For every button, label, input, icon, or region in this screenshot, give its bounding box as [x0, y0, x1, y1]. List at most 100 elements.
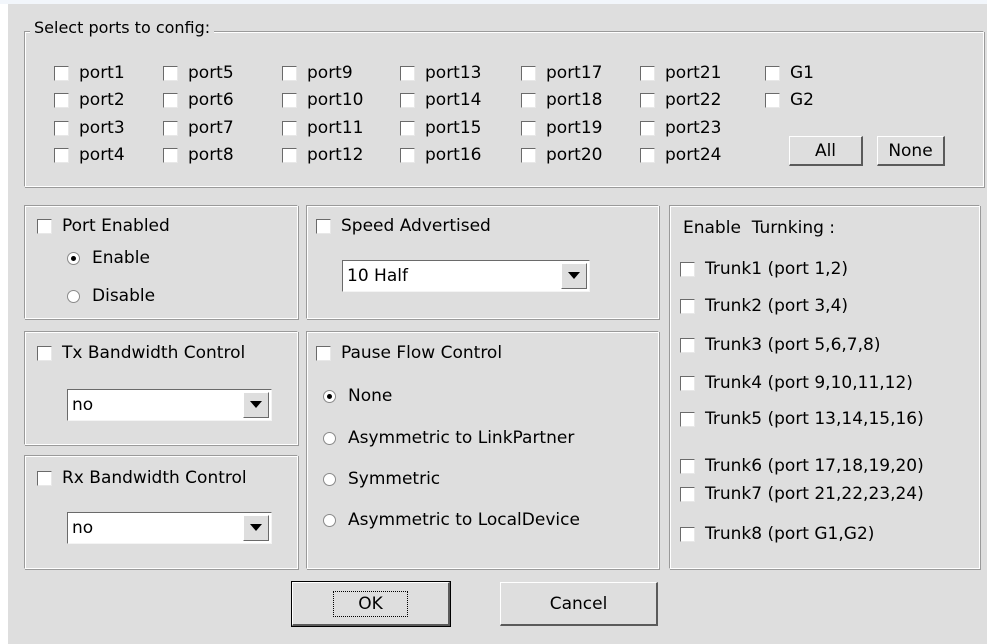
port-checkbox-port16[interactable]: port16 [400, 145, 481, 165]
port-checkbox-port21[interactable]: port21 [640, 63, 721, 83]
checkbox-box[interactable] [680, 298, 695, 314]
radio-button-selected[interactable] [67, 251, 80, 265]
port-checkbox-port2[interactable]: port2 [54, 90, 125, 110]
checkbox-box[interactable] [640, 92, 655, 108]
checkbox-box[interactable] [37, 470, 52, 486]
port-checkbox-port24[interactable]: port24 [640, 145, 721, 165]
trunk-checkbox-8[interactable]: Trunk8 (port G1,G2) [680, 524, 874, 544]
radio-pause-none[interactable]: None [323, 386, 392, 406]
port-checkbox-port22[interactable]: port22 [640, 90, 721, 110]
radio-disable[interactable]: Disable [67, 286, 155, 306]
checkbox-box[interactable] [521, 92, 536, 108]
trunk-checkbox-1[interactable]: Trunk1 (port 1,2) [680, 259, 848, 279]
port-enabled-checkbox[interactable]: Port Enabled [37, 216, 170, 236]
checkbox-box[interactable] [54, 65, 69, 81]
checkbox-box[interactable] [680, 261, 695, 277]
port-checkbox-port19[interactable]: port19 [521, 118, 602, 138]
port-checkbox-port17[interactable]: port17 [521, 63, 602, 83]
checkbox-box[interactable] [521, 65, 536, 81]
chevron-down-icon[interactable] [561, 263, 587, 289]
checkbox-box[interactable] [37, 345, 52, 361]
port-checkbox-port15[interactable]: port15 [400, 118, 481, 138]
checkbox-box[interactable] [316, 218, 331, 234]
checkbox-box[interactable] [680, 486, 695, 502]
checkbox-box[interactable] [680, 411, 695, 427]
rx-bandwidth-select[interactable]: no [67, 512, 272, 544]
checkbox-box[interactable] [521, 120, 536, 136]
port-checkbox-port20[interactable]: port20 [521, 145, 602, 165]
radio-button[interactable] [323, 431, 336, 445]
port-checkbox-G2[interactable]: G2 [765, 90, 814, 110]
checkbox-box[interactable] [680, 337, 695, 353]
speed-advertised-checkbox[interactable]: Speed Advertised [316, 216, 491, 236]
chevron-down-icon[interactable] [243, 515, 269, 541]
checkbox-box[interactable] [680, 458, 695, 474]
port-checkbox-G1[interactable]: G1 [765, 63, 814, 83]
port-checkbox-port13[interactable]: port13 [400, 63, 481, 83]
ok-button[interactable]: OK [291, 581, 451, 627]
checkbox-box[interactable] [400, 92, 415, 108]
checkbox-box[interactable] [282, 65, 297, 81]
port-checkbox-port11[interactable]: port11 [282, 118, 363, 138]
chevron-down-icon[interactable] [243, 392, 269, 418]
port-checkbox-port8[interactable]: port8 [163, 145, 234, 165]
trunk-checkbox-3[interactable]: Trunk3 (port 5,6,7,8) [680, 335, 880, 355]
port-checkbox-port6[interactable]: port6 [163, 90, 234, 110]
radio-asym-linkpartner[interactable]: Asymmetric to LinkPartner [323, 428, 574, 448]
radio-button-selected[interactable] [323, 389, 336, 403]
port-checkbox-port12[interactable]: port12 [282, 145, 363, 165]
trunk-checkbox-7[interactable]: Trunk7 (port 21,22,23,24) [680, 484, 924, 504]
checkbox-box[interactable] [163, 92, 178, 108]
radio-enable[interactable]: Enable [67, 248, 150, 268]
pause-flow-checkbox[interactable]: Pause Flow Control [316, 343, 502, 363]
port-checkbox-port4[interactable]: port4 [54, 145, 125, 165]
cancel-button[interactable]: Cancel [500, 582, 658, 626]
radio-button[interactable] [323, 513, 336, 527]
checkbox-box[interactable] [400, 120, 415, 136]
checkbox-box[interactable] [521, 147, 536, 163]
checkbox-box[interactable] [680, 526, 695, 542]
select-all-button[interactable]: All [789, 136, 863, 166]
radio-button[interactable] [323, 472, 336, 486]
port-checkbox-port23[interactable]: port23 [640, 118, 721, 138]
speed-select[interactable]: 10 Half [342, 260, 590, 292]
checkbox-box[interactable] [282, 120, 297, 136]
checkbox-box[interactable] [400, 65, 415, 81]
trunk-checkbox-5[interactable]: Trunk5 (port 13,14,15,16) [680, 409, 924, 429]
select-none-button[interactable]: None [877, 136, 945, 166]
tx-bandwidth-select[interactable]: no [67, 389, 272, 421]
checkbox-box[interactable] [640, 120, 655, 136]
port-checkbox-port1[interactable]: port1 [54, 63, 125, 83]
checkbox-box[interactable] [316, 345, 331, 361]
port-checkbox-port5[interactable]: port5 [163, 63, 234, 83]
checkbox-box[interactable] [37, 218, 52, 234]
trunk-checkbox-2[interactable]: Trunk2 (port 3,4) [680, 296, 848, 316]
tx-bandwidth-checkbox[interactable]: Tx Bandwidth Control [37, 343, 245, 363]
port-checkbox-port14[interactable]: port14 [400, 90, 481, 110]
port-checkbox-port7[interactable]: port7 [163, 118, 234, 138]
checkbox-box[interactable] [163, 147, 178, 163]
checkbox-box[interactable] [282, 147, 297, 163]
port-checkbox-port10[interactable]: port10 [282, 90, 363, 110]
trunk-checkbox-4[interactable]: Trunk4 (port 9,10,11,12) [680, 373, 913, 393]
checkbox-box[interactable] [282, 92, 297, 108]
checkbox-box[interactable] [400, 147, 415, 163]
checkbox-box[interactable] [680, 375, 695, 391]
checkbox-box[interactable] [163, 65, 178, 81]
checkbox-box[interactable] [54, 120, 69, 136]
rx-bandwidth-checkbox[interactable]: Rx Bandwidth Control [37, 468, 247, 488]
checkbox-box[interactable] [163, 120, 178, 136]
checkbox-box[interactable] [765, 92, 780, 108]
checkbox-box[interactable] [765, 65, 780, 81]
port-checkbox-port9[interactable]: port9 [282, 63, 353, 83]
radio-button[interactable] [67, 289, 80, 303]
checkbox-box[interactable] [54, 92, 69, 108]
trunk-checkbox-6[interactable]: Trunk6 (port 17,18,19,20) [680, 456, 924, 476]
radio-asym-localdevice[interactable]: Asymmetric to LocalDevice [323, 510, 580, 530]
port-checkbox-port3[interactable]: port3 [54, 118, 125, 138]
checkbox-box[interactable] [640, 147, 655, 163]
radio-symmetric[interactable]: Symmetric [323, 469, 440, 489]
checkbox-box[interactable] [640, 65, 655, 81]
checkbox-box[interactable] [54, 147, 69, 163]
port-checkbox-port18[interactable]: port18 [521, 90, 602, 110]
